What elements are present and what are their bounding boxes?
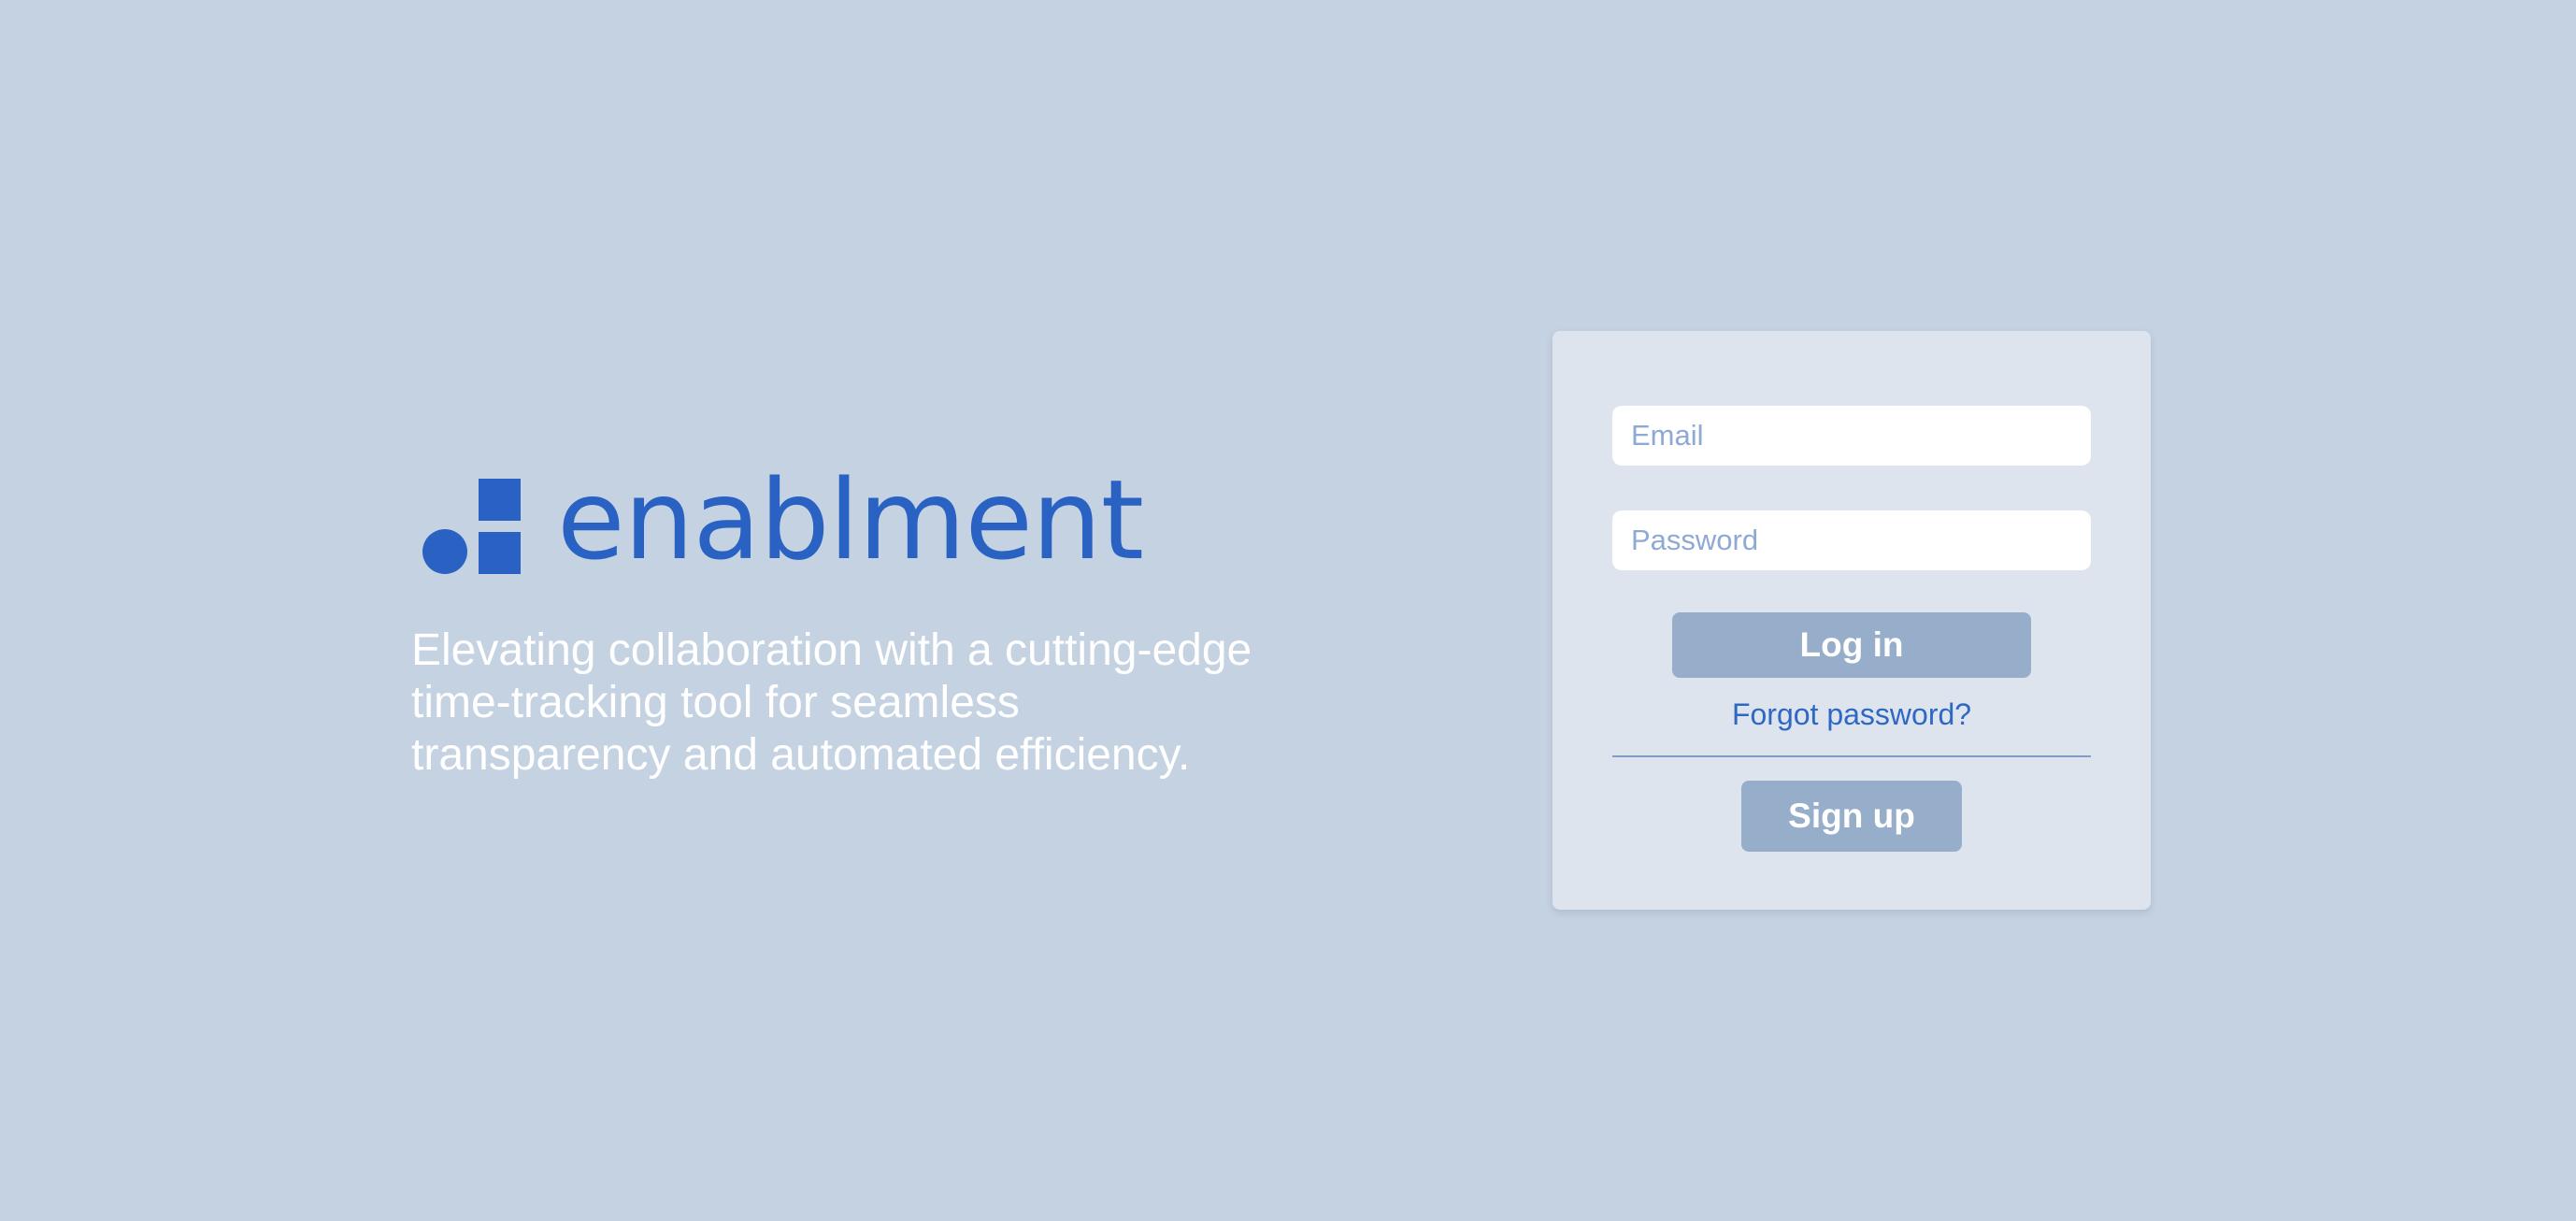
brand-section: enablment Elevating collaboration with a…: [408, 455, 1342, 782]
email-input[interactable]: [1612, 406, 2091, 466]
dot-and-squares-logo-icon: [408, 469, 523, 578]
login-card: Log in Forgot password? Sign up: [1553, 331, 2151, 910]
log-in-button[interactable]: Log in: [1672, 612, 2031, 678]
logo-dot: [422, 529, 467, 574]
tagline-line: time-tracking tool for seamless: [411, 678, 1020, 727]
tagline: Elevating collaboration with a cutting-e…: [411, 625, 1327, 782]
tagline-line: Elevating collaboration with a cutting-e…: [411, 625, 1252, 675]
divider: [1612, 755, 2091, 757]
logo-square-bottom: [479, 532, 521, 574]
logo-square-top: [479, 479, 521, 521]
sign-up-button[interactable]: Sign up: [1741, 781, 1962, 852]
password-input[interactable]: [1612, 510, 2091, 570]
logo: enablment: [408, 455, 1342, 584]
brand-name: enablment: [557, 455, 1144, 584]
forgot-password-link[interactable]: Forgot password?: [1553, 696, 2151, 733]
tagline-line: transparency and automated efficiency.: [411, 730, 1191, 780]
